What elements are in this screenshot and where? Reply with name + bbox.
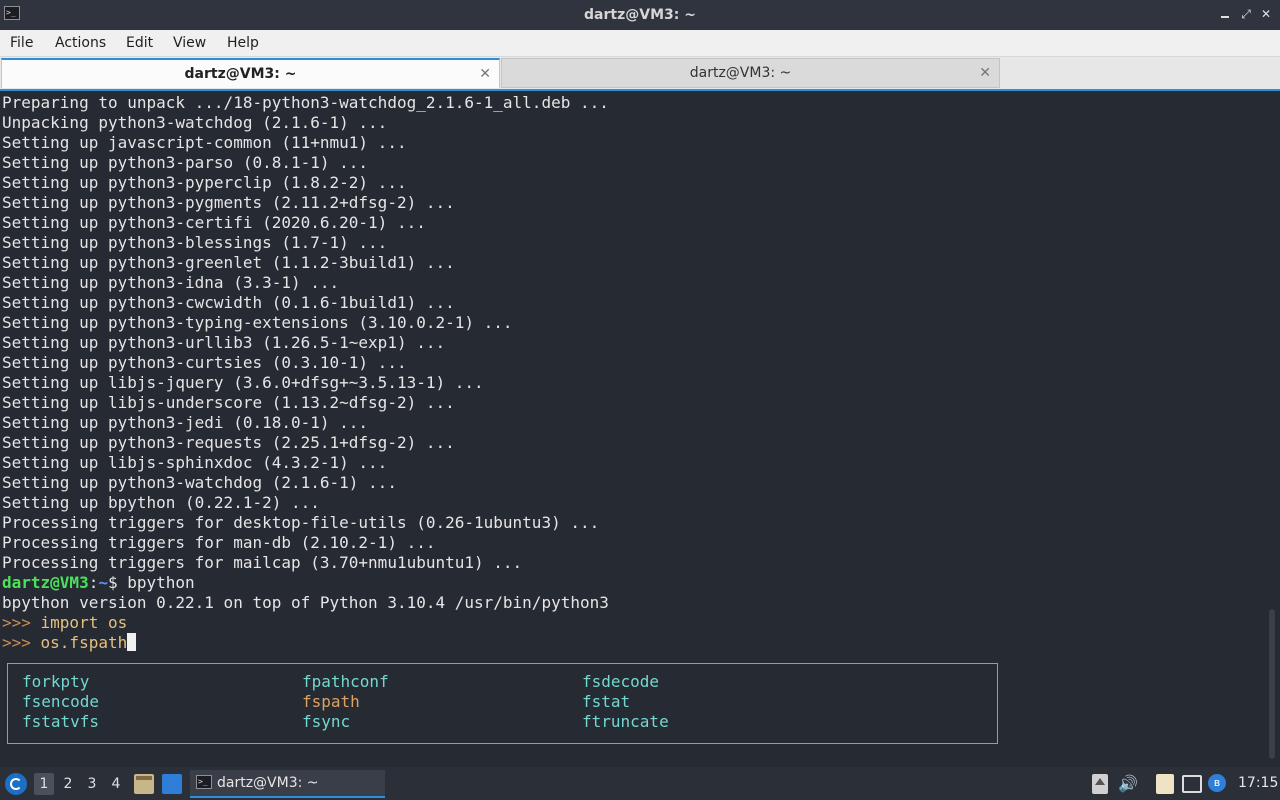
menu-help[interactable]: Help (227, 30, 259, 56)
terminal-line: Setting up libjs-underscore (1.13.2~dfsg… (2, 393, 455, 412)
menu-view[interactable]: View (173, 30, 206, 56)
completion-item[interactable]: fstatvfs (22, 712, 99, 732)
taskbar: 1 2 3 4 >_ dartz@VM3: ~ 🔊 ʙ 17:15 (0, 767, 1280, 800)
show-desktop-icon[interactable] (162, 774, 182, 794)
terminal-line: Setting up python3-parso (0.8.1-1) ... (2, 153, 369, 172)
terminal-line: Unpacking python3-watchdog (2.1.6-1) ... (2, 113, 388, 132)
start-menu-icon[interactable] (5, 773, 27, 795)
minimize-icon[interactable] (1218, 7, 1232, 21)
shell-command: bpython (127, 573, 195, 592)
shell-prompt-line: dartz@VM3:~$ bpython (2, 573, 1262, 593)
autocomplete-box: forkpty fpathconf fsdecode fsencode fspa… (7, 663, 998, 744)
tab-terminal-1[interactable]: dartz@VM3: ~ ✕ (1, 58, 500, 88)
tab-bar: dartz@VM3: ~ ✕ dartz@VM3: ~ ✕ (0, 57, 1280, 89)
terminal-line: Setting up python3-requests (2.25.1+dfsg… (2, 433, 455, 452)
prompt-user-host: dartz@VM3 (2, 573, 89, 592)
terminal-line: Setting up python3-urllib3 (1.26.5-1~exp… (2, 333, 446, 352)
prompt-symbol: $ (107, 573, 128, 592)
bluetooth-icon[interactable]: ʙ (1208, 774, 1226, 792)
python-prompt: >>> (2, 633, 41, 652)
taskbar-window-label: dartz@VM3: ~ (217, 775, 319, 791)
title-bar[interactable]: >_ dartz@VM3: ~ ⤢ ✕ (0, 0, 1280, 30)
terminal-line: Setting up python3-watchdog (2.1.6-1) ..… (2, 473, 397, 492)
terminal-line: Setting up python3-idna (3.3-1) ... (2, 273, 340, 292)
volume-icon[interactable]: 🔊 (1118, 774, 1138, 794)
completion-item[interactable]: fsync (302, 712, 350, 732)
close-icon[interactable]: ✕ (1259, 7, 1273, 21)
clock[interactable]: 17:15 (1238, 767, 1278, 800)
terminal-line: Processing triggers for mailcap (3.70+nm… (2, 553, 523, 572)
terminal-line: Setting up libjs-jquery (3.6.0+dfsg+~3.5… (2, 373, 484, 392)
completion-item[interactable]: fsencode (22, 692, 99, 712)
terminal-line: Setting up python3-cwcwidth (0.1.6-1buil… (2, 293, 455, 312)
terminal-line: Setting up python3-typing-extensions (3.… (2, 313, 513, 332)
window-title: dartz@VM3: ~ (584, 7, 696, 23)
terminal-icon: >_ (196, 775, 212, 789)
completion-item[interactable]: fsdecode (582, 672, 659, 692)
python-input-line[interactable]: >>> os.fspath (2, 633, 1262, 653)
prompt-separator: : (88, 573, 99, 592)
python-prompt: >>> (2, 613, 41, 632)
menu-edit[interactable]: Edit (126, 30, 153, 56)
terminal-line: Setting up bpython (0.22.1-2) ... (2, 493, 320, 512)
terminal-line: Setting up python3-greenlet (1.1.2-3buil… (2, 253, 455, 272)
python-current-input[interactable]: os.fspath (41, 633, 128, 652)
menu-file[interactable]: File (10, 30, 33, 56)
completion-item[interactable]: forkpty (22, 672, 89, 692)
tab-label: dartz@VM3: ~ (184, 66, 297, 82)
menu-actions[interactable]: Actions (55, 30, 106, 56)
maximize-icon[interactable]: ⤢ (1239, 7, 1253, 21)
python-history-line: >>> import os (2, 613, 1262, 633)
completion-item[interactable]: ftruncate (582, 712, 669, 732)
close-icon[interactable]: ✕ (479, 60, 491, 88)
tab-label: dartz@VM3: ~ (689, 65, 792, 81)
terminal-line: Setting up python3-pygments (2.11.2+dfsg… (2, 193, 455, 212)
terminal-line: Setting up python3-curtsies (0.3.10-1) .… (2, 353, 407, 372)
terminal-line: Setting up python3-certifi (2020.6.20-1)… (2, 213, 426, 232)
terminal-line: Preparing to unpack .../18-python3-watch… (2, 93, 609, 112)
taskbar-window-button[interactable]: >_ dartz@VM3: ~ (190, 770, 385, 798)
completion-item[interactable]: fpathconf (302, 672, 389, 692)
file-manager-icon[interactable] (134, 774, 154, 794)
version-line: bpython version 0.22.1 on top of Python … (2, 593, 609, 612)
clipboard-icon[interactable] (1156, 774, 1174, 794)
workspace-3[interactable]: 3 (82, 773, 102, 795)
close-icon[interactable]: ✕ (979, 59, 991, 87)
terminal-output: Preparing to unpack .../18-python3-watch… (2, 93, 1262, 653)
text-cursor (127, 633, 137, 651)
terminal-scrollbar[interactable] (1269, 609, 1275, 759)
tab-terminal-2[interactable]: dartz@VM3: ~ ✕ (501, 58, 1000, 88)
workspace-2[interactable]: 2 (58, 773, 78, 795)
terminal-line: Setting up javascript-common (11+nmu1) .… (2, 133, 407, 152)
network-icon[interactable] (1182, 775, 1202, 793)
terminal-line: Processing triggers for man-db (2.10.2-1… (2, 533, 436, 552)
workspace-4[interactable]: 4 (106, 773, 126, 795)
terminal-line: Setting up python3-jedi (0.18.0-1) ... (2, 413, 369, 432)
terminal-line: Setting up python3-blessings (1.7-1) ... (2, 233, 388, 252)
install-log: Preparing to unpack .../18-python3-watch… (2, 93, 1262, 573)
update-icon[interactable] (1092, 774, 1108, 794)
screen: >_ dartz@VM3: ~ ⤢ ✕ File Actions Edit Vi… (0, 0, 1280, 800)
terminal-line: Processing triggers for desktop-file-uti… (2, 513, 600, 532)
terminal-line: Setting up python3-pyperclip (1.8.2-2) .… (2, 173, 407, 192)
terminal-line: Setting up libjs-sphinxdoc (4.3.2-1) ... (2, 453, 388, 472)
completion-item-selected[interactable]: fspath (302, 692, 360, 712)
python-history-input: import os (40, 613, 128, 632)
menu-bar: File Actions Edit View Help (0, 30, 1280, 57)
completion-item[interactable]: fstat (582, 692, 630, 712)
workspace-1[interactable]: 1 (34, 773, 54, 795)
terminal-area[interactable]: Preparing to unpack .../18-python3-watch… (0, 89, 1280, 767)
prompt-path: ~ (98, 573, 108, 592)
